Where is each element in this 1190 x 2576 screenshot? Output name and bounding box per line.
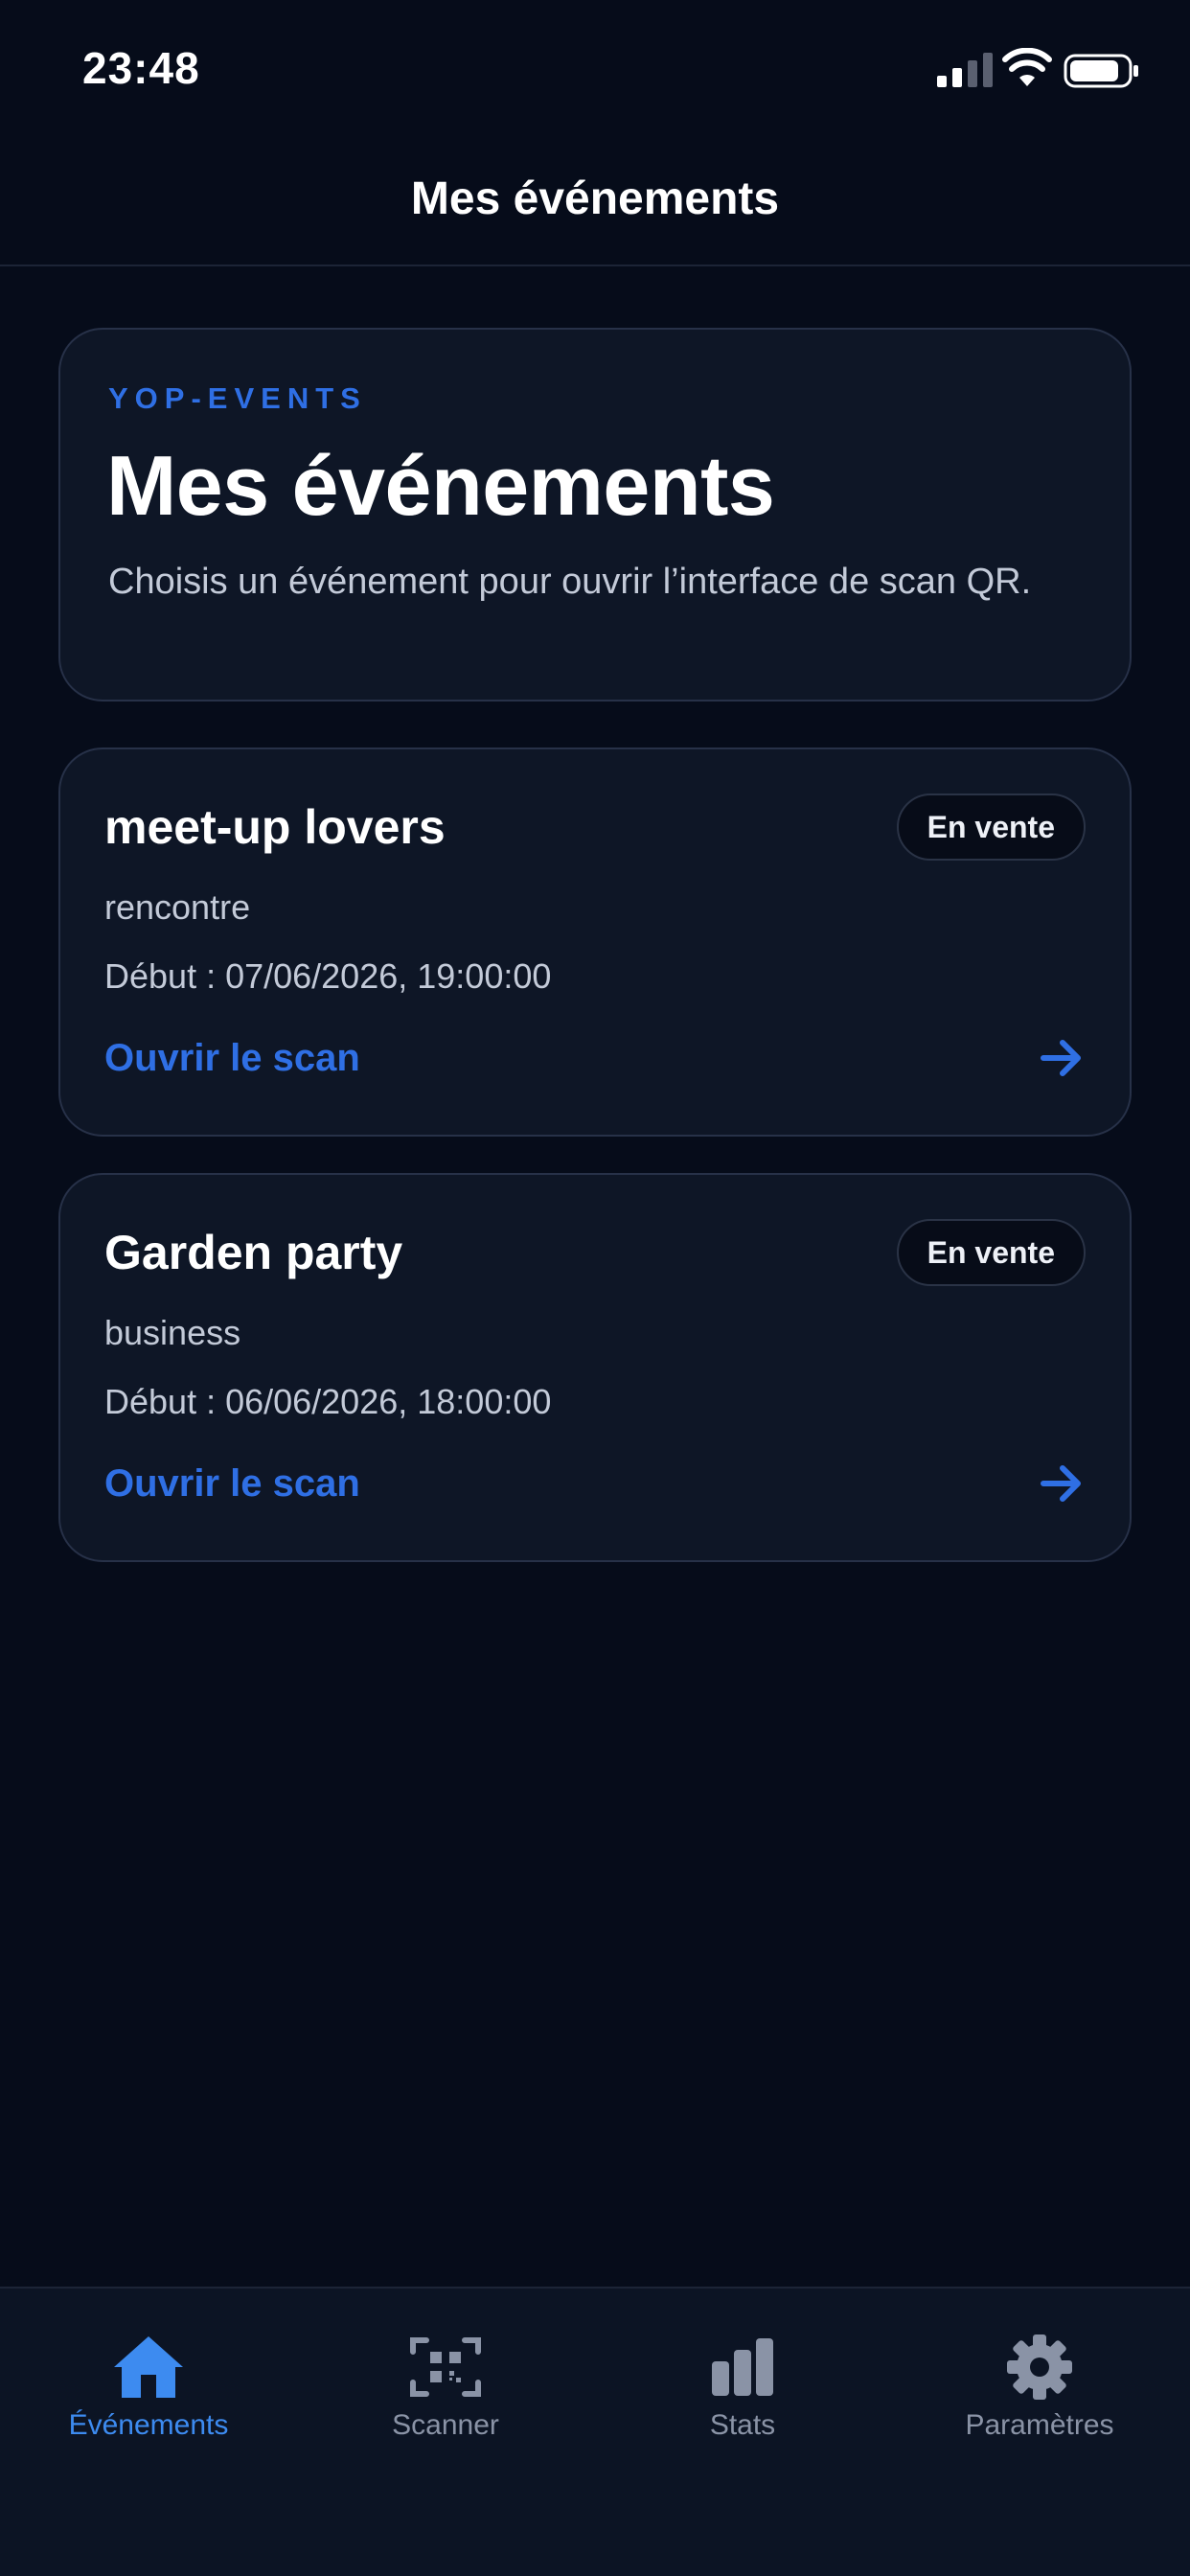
event-start-date: Début : 07/06/2026, 19:00:00 — [104, 956, 552, 996]
hero-card: YOP-EVENTS Mes événements Choisis un évé… — [58, 328, 1132, 702]
status-bar: 23:48 — [0, 0, 1190, 144]
hero-kicker: YOP-EVENTS — [108, 381, 367, 415]
status-badge: En vente — [896, 1219, 1086, 1286]
battery-icon — [1064, 54, 1138, 88]
event-card[interactable]: meet-up lovers En vente rencontre Début … — [58, 748, 1132, 1137]
status-badge: En vente — [896, 794, 1086, 861]
event-category: rencontre — [104, 887, 251, 927]
gear-icon — [1007, 2334, 1072, 2400]
screen: 23:48 Mes événements YOP-EVENTS Mes évén… — [0, 0, 1190, 2576]
bar-chart-icon — [712, 2338, 773, 2396]
nav-header: Mes événements — [0, 144, 1190, 266]
event-name: Garden party — [104, 1226, 403, 1279]
tab-stats[interactable]: Stats — [594, 2288, 891, 2461]
tab-label: Stats — [709, 2409, 776, 2441]
tab-label: Événements — [68, 2409, 229, 2441]
qr-scan-icon — [410, 2337, 481, 2397]
tab-events[interactable]: Événements — [0, 2288, 297, 2461]
open-scan-link[interactable]: Ouvrir le scan — [104, 1462, 360, 1506]
status-time: 23:48 — [82, 43, 200, 93]
open-scan-link[interactable]: Ouvrir le scan — [104, 1037, 360, 1080]
tab-settings[interactable]: Paramètres — [891, 2288, 1188, 2461]
arrow-right-icon[interactable] — [1040, 1462, 1086, 1505]
event-start-date: Début : 06/06/2026, 18:00:00 — [104, 1382, 552, 1421]
nav-title: Mes événements — [410, 173, 780, 224]
home-icon — [114, 2336, 183, 2398]
hero-description: Choisis un événement pour ouvrir l’inter… — [108, 562, 1032, 602]
event-card[interactable]: Garden party En vente business Début : 0… — [58, 1173, 1132, 1562]
cellular-signal-icon — [937, 53, 993, 87]
tab-label: Paramètres — [965, 2409, 1114, 2441]
tab-bar: Événements Scanner Stats Paramètres — [0, 2287, 1190, 2576]
page-title: Mes événements — [106, 438, 775, 533]
event-category: business — [104, 1313, 241, 1352]
tab-scanner[interactable]: Scanner — [297, 2288, 594, 2461]
tab-label: Scanner — [392, 2409, 499, 2441]
wifi-icon — [1002, 48, 1052, 86]
event-name: meet-up lovers — [104, 800, 446, 854]
arrow-right-icon[interactable] — [1040, 1037, 1086, 1079]
